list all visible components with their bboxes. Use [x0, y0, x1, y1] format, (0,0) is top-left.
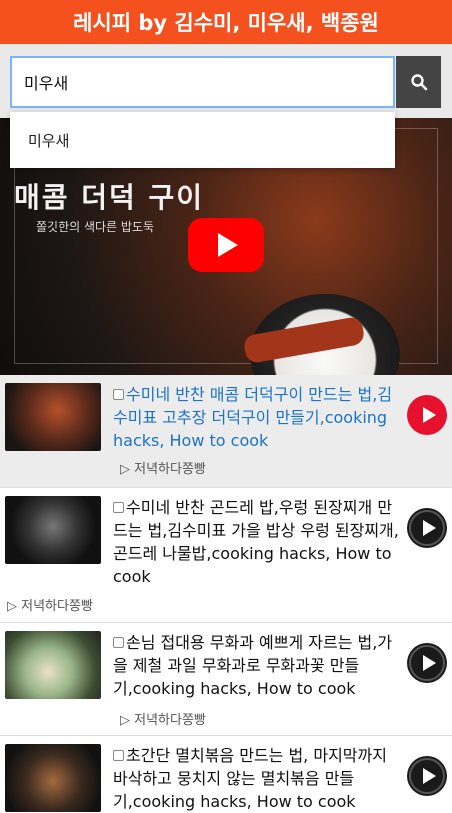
list-item[interactable]: 손님 접대용 무화과 예쁘게 자르는 법,가을 제철 과일 무화과로 무화과꽃 …: [0, 623, 452, 736]
search-suggestion[interactable]: 미우새: [10, 112, 395, 168]
play-icon: [218, 233, 238, 257]
play-button[interactable]: [407, 756, 447, 796]
channel-name[interactable]: ▷ 저녁하다쫑빵: [120, 458, 206, 477]
play-icon: [422, 520, 436, 536]
list-item[interactable]: 수미네 반찬 매콤 더덕구이 만드는 법,김수미표 고추장 더덕구이 만들기,c…: [0, 375, 452, 488]
video-art-title: 매콤 더덕 구이: [14, 181, 205, 214]
video-title[interactable]: 수미네 반찬 곤드레 밥,우렁 된장찌개 만드는 법,김수미표 가을 밥상 우렁…: [113, 496, 403, 588]
checkbox-icon: [113, 502, 124, 513]
video-art-subtitle: 쫄깃한의 색다른 밥도둑: [36, 220, 155, 234]
video-play-button[interactable]: [188, 218, 264, 272]
list-item[interactable]: 초간단 멸치볶음 만드는 법, 마지막까지 바삭하고 뭉치지 않는 멸치볶음 만…: [0, 736, 452, 812]
video-title[interactable]: 손님 접대용 무화과 예쁘게 자르는 법,가을 제철 과일 무화과로 무화과꽃 …: [113, 631, 403, 700]
play-button[interactable]: [407, 395, 447, 435]
suggestion-text: 미우새: [28, 132, 70, 150]
search-input[interactable]: [10, 56, 395, 108]
checkbox-icon: [113, 389, 124, 400]
checkbox-icon: [113, 750, 124, 761]
play-icon: [422, 407, 436, 423]
checkbox-icon: [113, 637, 124, 648]
list-item[interactable]: 수미네 반찬 곤드레 밥,우렁 된장찌개 만드는 법,김수미표 가을 밥상 우렁…: [0, 488, 452, 623]
video-thumbnail[interactable]: [5, 383, 101, 451]
video-thumbnail[interactable]: [5, 744, 101, 812]
app-title: 레시피 by 김수미, 미우새, 백종원: [73, 11, 379, 35]
video-title[interactable]: 초간단 멸치볶음 만드는 법, 마지막까지 바삭하고 뭉치지 않는 멸치볶음 만…: [113, 744, 403, 813]
channel-name[interactable]: ▷ 저녁하다쫑빵: [120, 709, 206, 728]
video-thumbnail[interactable]: [5, 496, 101, 564]
search-button[interactable]: [396, 56, 441, 108]
play-button[interactable]: [407, 508, 447, 548]
play-button[interactable]: [407, 643, 447, 683]
search-bar: [0, 44, 452, 118]
channel-name[interactable]: ▷ 저녁하다쫑빵: [7, 595, 93, 614]
video-thumbnail[interactable]: [5, 631, 101, 699]
search-icon: [410, 74, 427, 91]
play-icon: [422, 655, 436, 671]
app-header: 레시피 by 김수미, 미우새, 백종원: [0, 0, 452, 44]
play-icon: [422, 768, 436, 784]
video-title[interactable]: 수미네 반찬 매콤 더덕구이 만드는 법,김수미표 고추장 더덕구이 만들기,c…: [113, 383, 403, 452]
